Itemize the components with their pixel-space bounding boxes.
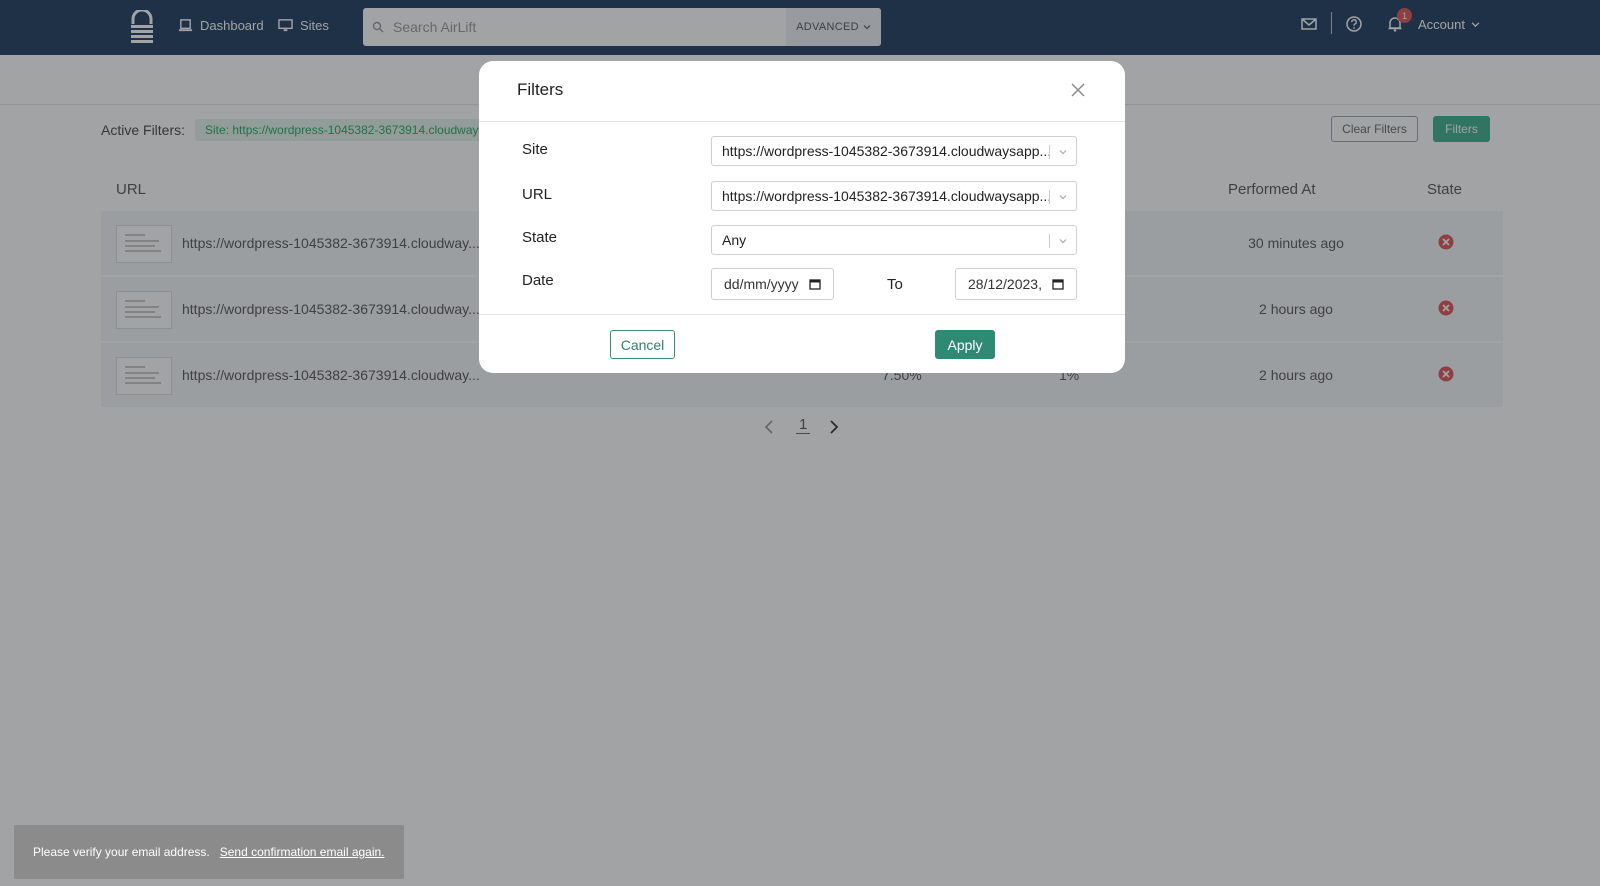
state-select-value: Any [722,232,747,248]
calendar-icon[interactable] [809,278,821,290]
filters-modal: Filters Site https://wordpress-1045382-3… [479,61,1125,373]
date-to-value: 28/12/2023, [968,276,1042,292]
modal-divider [479,121,1125,122]
state-label: State [522,229,558,246]
apply-button[interactable]: Apply [935,330,995,359]
to-label: To [887,276,903,293]
toast-message: Please verify your email address. [33,845,210,859]
date-from-value: dd/mm/yyyy [724,276,799,292]
chevron-down-icon [1059,239,1067,244]
date-from-input[interactable]: dd/mm/yyyy [711,268,834,300]
state-select[interactable]: Any [711,225,1077,255]
modal-title: Filters [517,80,564,99]
date-to-input[interactable]: 28/12/2023, [955,268,1077,300]
modal-divider [479,314,1125,315]
url-select-value: https://wordpress-1045382-3673914.cloudw… [722,188,1050,204]
date-label: Date [522,272,554,289]
site-label: Site [522,141,548,158]
chevron-down-icon [1059,150,1067,155]
cancel-button[interactable]: Cancel [610,330,675,359]
url-label: URL [522,186,553,203]
resend-confirmation-link[interactable]: Send confirmation email again. [220,845,385,859]
verify-email-toast: Please verify your email address. Send c… [14,825,404,879]
url-select[interactable]: https://wordpress-1045382-3673914.cloudw… [711,181,1077,211]
calendar-icon[interactable] [1052,278,1064,290]
close-icon[interactable] [1070,82,1086,98]
site-select-value: https://wordpress-1045382-3673914.cloudw… [722,143,1050,159]
chevron-down-icon [1059,195,1067,200]
site-select[interactable]: https://wordpress-1045382-3673914.cloudw… [711,136,1077,166]
